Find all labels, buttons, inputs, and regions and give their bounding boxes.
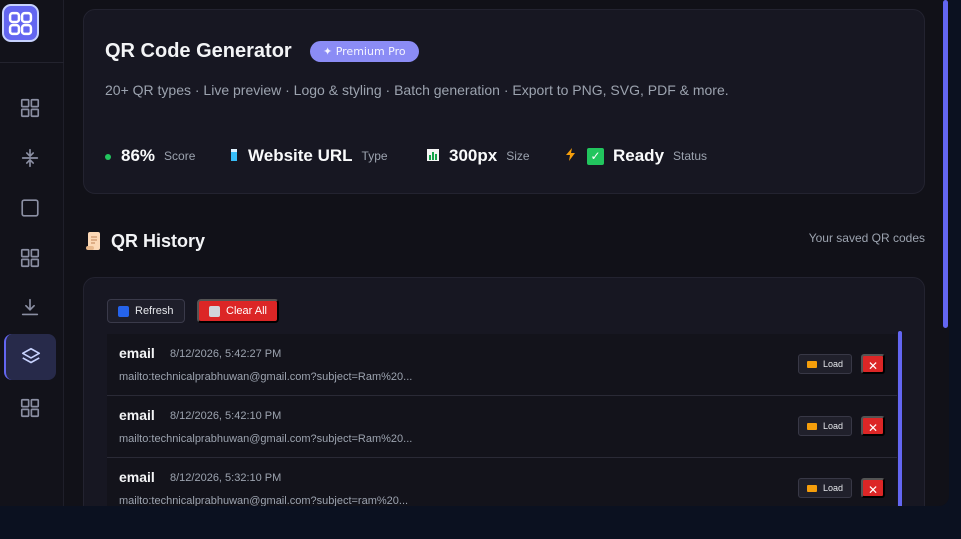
page-scrollbar[interactable]: [943, 0, 948, 328]
qr-content: mailto:technicalprabhuwan@gmail.com?subj…: [119, 495, 409, 506]
grid-icon: [20, 398, 40, 418]
qr-content: mailto:technicalprabhuwan@gmail.com?subj…: [119, 433, 413, 445]
timestamp: 8/12/2026, 5:32:10 PM: [170, 472, 282, 484]
square-icon: [21, 199, 39, 217]
sidebar-item-frame[interactable]: [4, 185, 56, 231]
stat-label: Status: [673, 149, 708, 163]
timestamp: 8/12/2026, 5:42:10 PM: [170, 410, 282, 422]
list-item[interactable]: email 8/12/2026, 5:42:27 PM mailto:techn…: [107, 334, 897, 396]
stat-value: Ready: [613, 146, 665, 165]
app-logo[interactable]: [2, 4, 39, 42]
hero-description: 20+ QR types · Live preview · Logo & sty…: [105, 82, 729, 98]
stat-value: 86%: [121, 146, 156, 165]
stat-type: Website URL Type: [230, 145, 388, 167]
sidebar-item-dashboard[interactable]: [4, 85, 56, 131]
delete-button[interactable]: ✕: [861, 354, 885, 374]
stat-score: 86% Score: [105, 145, 195, 167]
grid-icon: [8, 11, 33, 35]
sidebar-item-history[interactable]: [4, 334, 56, 380]
sidebar-item-download[interactable]: [4, 285, 56, 331]
hero-card: QR Code Generator ✦ Premium Pro 20+ QR t…: [83, 9, 925, 194]
delete-button[interactable]: ✕: [861, 416, 885, 436]
sidebar-item-more[interactable]: [4, 385, 56, 431]
load-label: Load: [823, 359, 844, 369]
load-button[interactable]: Load: [798, 478, 853, 498]
chart-icon: [427, 148, 439, 164]
history-title: QR History: [111, 230, 206, 251]
list-scrollbar[interactable]: [898, 331, 902, 506]
list-item[interactable]: email 8/12/2026, 5:32:10 PM mailto:techn…: [107, 458, 897, 506]
stat-size: 300px Size: [427, 145, 530, 167]
stat-label: Type: [361, 149, 388, 163]
sidebar-divider: [0, 62, 64, 63]
delete-button[interactable]: ✕: [861, 478, 885, 498]
stat-value: 300px: [449, 146, 498, 165]
stat-value: Website URL: [248, 146, 353, 165]
history-list: email 8/12/2026, 5:42:27 PM mailto:techn…: [107, 334, 897, 506]
qr-type: email: [119, 469, 155, 485]
qr-type: email: [119, 345, 155, 361]
bookmark-icon: [230, 148, 238, 164]
list-item[interactable]: email 8/12/2026, 5:42:10 PM mailto:techn…: [107, 396, 897, 458]
scroll-icon: [86, 232, 100, 250]
sidebar-item-compress[interactable]: [4, 135, 56, 181]
arrows-icon: [21, 148, 39, 168]
qr-content: mailto:technicalprabhuwan@gmail.com?subj…: [119, 371, 413, 383]
folder-icon: [807, 422, 817, 430]
sidebar-item-apps[interactable]: [4, 235, 56, 281]
refresh-button[interactable]: Refresh: [107, 299, 185, 323]
trash-icon: [209, 305, 220, 317]
history-subtitle: Your saved QR codes: [808, 231, 925, 245]
page-title: QR Code Generator: [105, 40, 292, 62]
qr-type: email: [119, 407, 155, 423]
refresh-label: Refresh: [135, 305, 174, 317]
load-button[interactable]: Load: [798, 354, 853, 374]
history-header: QR History: [86, 228, 205, 254]
layers-icon: [21, 347, 41, 364]
app-window: QR Code Generator ✦ Premium Pro 20+ QR t…: [0, 0, 949, 506]
grid-icon: [20, 98, 40, 118]
load-label: Load: [823, 421, 844, 431]
download-icon: [21, 298, 39, 316]
lightning-icon: [565, 148, 577, 164]
check-icon: ✓: [587, 147, 604, 165]
stat-label: Score: [164, 149, 196, 163]
folder-icon: [807, 360, 817, 368]
folder-icon: [807, 484, 817, 492]
stat-status: ✓ Ready Status: [565, 145, 707, 167]
refresh-icon: [118, 305, 129, 317]
load-button[interactable]: Load: [798, 416, 853, 436]
main-content: QR Code Generator ✦ Premium Pro 20+ QR t…: [64, 0, 949, 506]
sidebar: [0, 0, 64, 506]
green-dot-icon: [105, 149, 111, 163]
clear-all-button[interactable]: Clear All: [197, 299, 279, 323]
premium-badge: ✦ Premium Pro: [310, 41, 419, 62]
history-card: Refresh Clear All email 8/12/2026, 5:42:…: [83, 277, 925, 506]
stat-label: Size: [506, 149, 530, 163]
timestamp: 8/12/2026, 5:42:27 PM: [170, 348, 282, 360]
clear-all-label: Clear All: [226, 305, 267, 317]
grid-icon: [20, 248, 40, 268]
load-label: Load: [823, 483, 844, 493]
